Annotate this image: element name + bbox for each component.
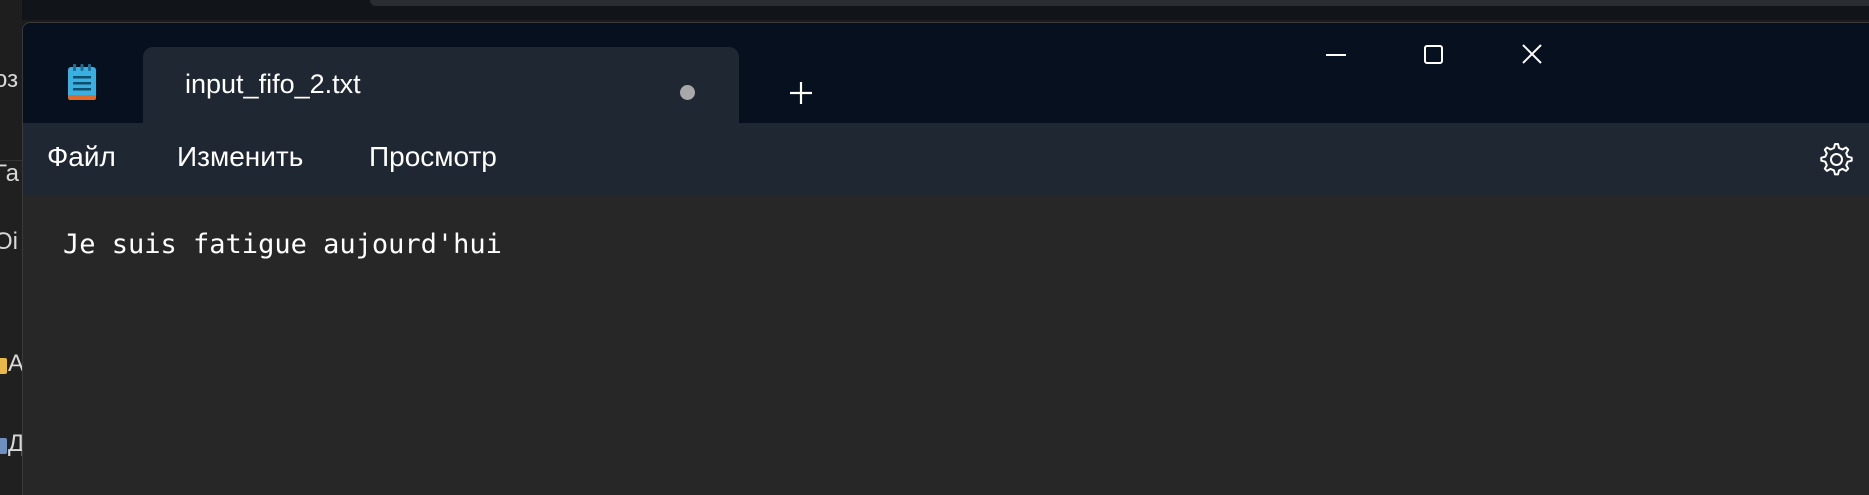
tab-title: input_fifo_2.txt <box>185 69 361 99</box>
text-editor-area[interactable]: Je suis fatigue aujourd'hui <box>23 195 1869 495</box>
background-window: оз Га Оі А Д <box>0 0 22 495</box>
background-text-fragment: Оі <box>0 228 18 255</box>
notepad-window: input_fifo_2.txt Файл Изменить Просмотр … <box>22 22 1869 495</box>
background-text-fragment: А <box>8 350 22 377</box>
title-bar[interactable]: input_fifo_2.txt <box>23 23 1869 123</box>
close-button[interactable] <box>1497 31 1567 77</box>
editor-content[interactable]: Je suis fatigue aujourd'hui <box>63 229 502 260</box>
menu-edit[interactable]: Изменить <box>177 141 303 173</box>
minimize-button[interactable] <box>1301 31 1371 77</box>
folder-icon <box>0 358 7 374</box>
minimize-icon <box>1326 54 1346 56</box>
gear-icon <box>1820 143 1853 176</box>
menu-view[interactable]: Просмотр <box>369 141 497 173</box>
background-shade <box>370 0 1869 6</box>
background-text-fragment: Га <box>0 160 19 187</box>
tab-input-fifo-2[interactable]: input_fifo_2.txt <box>143 47 739 123</box>
unsaved-indicator-icon[interactable] <box>680 85 695 100</box>
background-top-strip <box>0 0 1869 20</box>
maximize-button[interactable] <box>1399 31 1469 77</box>
new-tab-button[interactable] <box>783 75 819 111</box>
background-text-fragment: оз <box>0 66 19 93</box>
menu-bar: Файл Изменить Просмотр <box>23 123 1869 195</box>
plus-icon <box>790 82 812 104</box>
notepad-app-icon <box>67 63 97 101</box>
maximize-icon <box>1424 45 1443 64</box>
settings-button[interactable] <box>1815 139 1855 179</box>
folder-icon <box>0 438 7 454</box>
menu-file[interactable]: Файл <box>47 141 116 173</box>
close-icon <box>1522 44 1542 64</box>
background-text-fragment: Д <box>8 430 22 457</box>
